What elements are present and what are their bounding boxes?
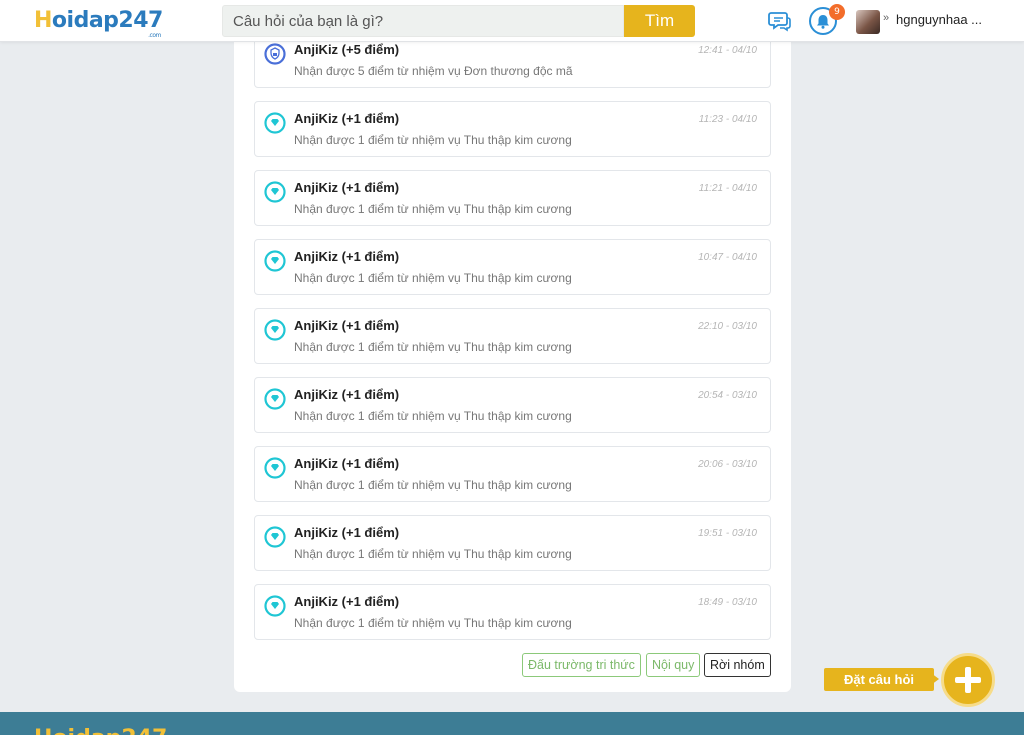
activity-timestamp: 20:54 - 03/10 xyxy=(698,390,757,401)
activity-title[interactable]: AnjiKiz (+1 điểm) xyxy=(294,456,399,471)
arena-button[interactable]: Đấu trường tri thức xyxy=(522,653,641,677)
activity-timestamp: 10:47 - 04/10 xyxy=(698,252,757,263)
ask-question-button[interactable] xyxy=(941,653,995,707)
diamond-icon xyxy=(264,526,286,548)
activity-item: AnjiKiz (+1 điểm) Nhận được 1 điểm từ nhi… xyxy=(254,584,771,640)
bell-icon xyxy=(817,14,829,29)
chevron-down-icon[interactable]: » xyxy=(883,12,889,24)
site-footer: Hoidap247 xyxy=(0,712,1024,735)
activity-title[interactable]: AnjiKiz (+1 điểm) xyxy=(294,249,399,264)
activity-timestamp: 18:49 - 03/10 xyxy=(698,597,757,608)
activity-description: Nhận được 5 điểm từ nhiệm vụ Đơn thương … xyxy=(294,64,573,78)
logo-letter: H xyxy=(34,8,52,33)
activity-description: Nhận được 1 điểm từ nhiệm vụ Thu thập ki… xyxy=(294,616,572,630)
activity-timestamp: 12:41 - 04/10 xyxy=(698,45,757,56)
diamond-icon xyxy=(264,457,286,479)
diamond-icon xyxy=(264,319,286,341)
chat-icon[interactable] xyxy=(768,10,792,32)
diamond-icon xyxy=(264,595,286,617)
rules-button[interactable]: Nội quy xyxy=(646,653,701,677)
activity-item: AnjiKiz (+1 điểm) Nhận được 1 điểm từ nhi… xyxy=(254,377,771,433)
activity-description: Nhận được 1 điểm từ nhiệm vụ Thu thập ki… xyxy=(294,547,572,561)
activity-timestamp: 20:06 - 03/10 xyxy=(698,459,757,470)
plus-icon xyxy=(955,667,981,693)
username-label[interactable]: hgnguynhaa ... xyxy=(896,12,982,27)
activity-item: AnjiKiz (+1 điểm) Nhận được 1 điểm từ nhi… xyxy=(254,308,771,364)
diamond-icon xyxy=(264,388,286,410)
ask-question-label[interactable]: Đặt câu hỏi xyxy=(824,668,934,691)
activity-timestamp: 11:23 - 04/10 xyxy=(698,114,757,125)
activity-description: Nhận được 1 điểm từ nhiệm vụ Thu thập ki… xyxy=(294,271,572,285)
activity-item: AnjiKiz (+1 điểm) Nhận được 1 điểm từ nhi… xyxy=(254,515,771,571)
activity-timestamp: 22:10 - 03/10 xyxy=(698,321,757,332)
activity-description: Nhận được 1 điểm từ nhiệm vụ Thu thập ki… xyxy=(294,340,572,354)
activity-title[interactable]: AnjiKiz (+1 điểm) xyxy=(294,387,399,402)
search-input[interactable] xyxy=(222,5,624,37)
activity-title[interactable]: AnjiKiz (+1 điểm) xyxy=(294,111,399,126)
activity-title[interactable]: AnjiKiz (+5 điểm) xyxy=(294,42,399,57)
activity-description: Nhận được 1 điểm từ nhiệm vụ Thu thập ki… xyxy=(294,202,572,216)
activity-description: Nhận được 1 điểm từ nhiệm vụ Thu thập ki… xyxy=(294,409,572,423)
shield-badge-icon xyxy=(264,43,286,65)
site-logo[interactable]: Hoidap247 .com xyxy=(34,8,163,39)
activity-item: AnjiKiz (+1 điểm) Nhận được 1 điểm từ nhi… xyxy=(254,101,771,157)
activity-title[interactable]: AnjiKiz (+1 điểm) xyxy=(294,525,399,540)
top-header: Hoidap247.com Tìm 9 » hgnguynhaa ... xyxy=(0,0,1024,42)
activity-title[interactable]: AnjiKiz (+1 điểm) xyxy=(294,594,399,609)
leave-group-button[interactable]: Rời nhóm xyxy=(704,653,771,677)
activity-item: AnjiKiz (+1 điểm) Nhận được 1 điểm từ nhi… xyxy=(254,170,771,226)
search-button[interactable]: Tìm xyxy=(624,5,695,37)
logo-text: oidap247 xyxy=(51,8,163,33)
activity-title[interactable]: AnjiKiz (+1 điểm) xyxy=(294,318,399,333)
activity-item: AnjiKiz (+1 điểm) Nhận được 1 điểm từ nhi… xyxy=(254,446,771,502)
activity-timestamp: 19:51 - 03/10 xyxy=(698,528,757,539)
activity-item: AnjiKiz (+1 điểm) Nhận được 1 điểm từ nhi… xyxy=(254,239,771,295)
activity-title[interactable]: AnjiKiz (+1 điểm) xyxy=(294,180,399,195)
ask-question-arrow xyxy=(931,673,939,685)
activity-description: Nhận được 1 điểm từ nhiệm vụ Thu thập ki… xyxy=(294,478,572,492)
diamond-icon xyxy=(264,250,286,272)
activity-description: Nhận được 1 điểm từ nhiệm vụ Thu thập ki… xyxy=(294,133,572,147)
user-avatar[interactable] xyxy=(856,10,880,34)
footer-logo: Hoidap247 xyxy=(34,726,167,735)
logo-domain: .com xyxy=(148,32,161,39)
activity-timestamp: 11:21 - 04/10 xyxy=(698,183,757,194)
diamond-icon xyxy=(264,112,286,134)
diamond-icon xyxy=(264,181,286,203)
notification-count-badge: 9 xyxy=(829,4,845,20)
